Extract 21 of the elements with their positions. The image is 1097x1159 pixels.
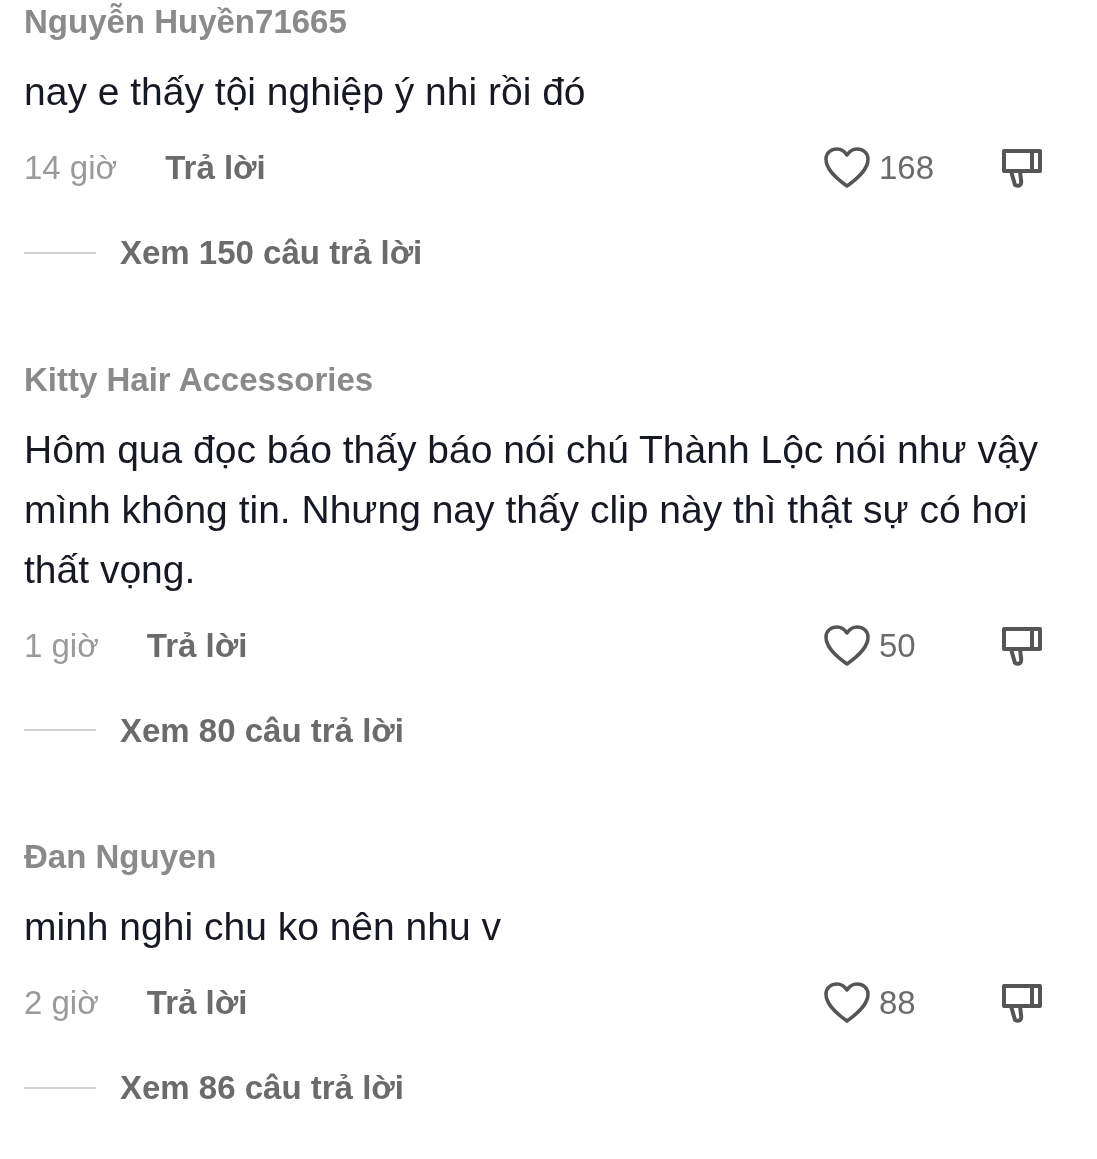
- timestamp: 2 giờ: [24, 983, 99, 1024]
- like-count: 50: [879, 625, 917, 666]
- view-replies-link[interactable]: Xem 80 câu trả lời: [120, 705, 404, 755]
- reply-button[interactable]: Trả lời: [146, 978, 248, 1028]
- like-count: 88: [879, 983, 917, 1024]
- comment-text: Hôm qua đọc báo thấy báo nói chú Thành Lộc nói như vậy mình không tin. Nhưng nay thấy clip này thì thật sự có hơi thất vọng.: [24, 426, 1040, 593]
- username[interactable]: Kitty Hair Accessories: [24, 359, 1073, 400]
- view-replies-link[interactable]: Xem 86 câu trả lời: [120, 1063, 404, 1113]
- timestamp: 1 giờ: [24, 625, 99, 666]
- username[interactable]: Đan Nguyen: [24, 837, 1073, 877]
- heart-icon[interactable]: [823, 146, 871, 190]
- view-replies-link[interactable]: Xem 150 câu trả lời: [120, 228, 423, 278]
- reply-button[interactable]: Trả lời: [146, 620, 248, 671]
- heart-icon[interactable]: [823, 623, 871, 668]
- comment-text: nay e thấy tội nghiệp ý nhi rồi đó: [24, 69, 587, 115]
- timestamp: 14 giờ: [24, 148, 118, 189]
- like-count: 168: [879, 148, 936, 189]
- comment-text: minh nghi chu ko nên nhu v: [24, 904, 502, 950]
- username[interactable]: Nguyễn Huyền71665: [24, 2, 1073, 42]
- reply-button[interactable]: Trả lời: [165, 143, 266, 193]
- heart-icon[interactable]: [823, 981, 871, 1025]
